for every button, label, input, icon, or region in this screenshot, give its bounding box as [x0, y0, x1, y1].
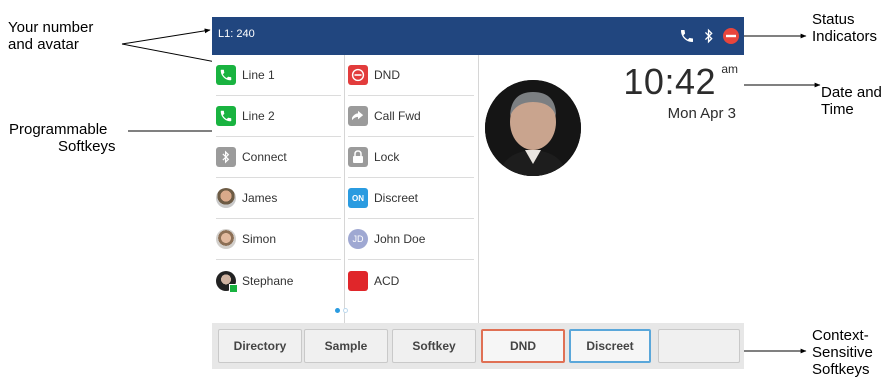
softkey-connect[interactable]: Connect: [216, 137, 341, 178]
softkey-column-right: DND Call Fwd Lock ON Discreet JD John Do…: [346, 55, 479, 323]
softkey-label: John Doe: [374, 232, 426, 246]
annotation-your-number: Your number and avatar: [8, 19, 93, 53]
softkey-contact-john-doe[interactable]: JD John Doe: [348, 219, 474, 260]
contact-avatar-icon: [216, 270, 238, 293]
softkey-line-1[interactable]: Line 1: [216, 55, 341, 96]
annotation-text: Sensitive: [812, 344, 873, 361]
context-softkey-bar: Directory Sample Softkey DND Discreet: [212, 323, 744, 369]
phone-icon: [216, 106, 236, 126]
softkey-contact-simon[interactable]: Simon: [216, 219, 341, 260]
softkey-line-2[interactable]: Line 2: [216, 96, 341, 137]
softkey-discreet[interactable]: ON Discreet: [348, 178, 474, 219]
softkey-lock[interactable]: Lock: [348, 137, 474, 178]
panel-divider: [478, 55, 479, 323]
phone-icon: [216, 65, 236, 85]
context-softkey-sample[interactable]: Sample: [304, 329, 388, 363]
softkey-label: Stephane: [242, 273, 294, 288]
softkey-label: James: [242, 191, 278, 205]
softkey-label: Simon: [242, 232, 277, 246]
annotation-text: Date and: [821, 84, 882, 101]
softkey-acd[interactable]: ACD: [348, 260, 474, 301]
page-dot: [343, 308, 348, 313]
context-softkey-empty[interactable]: [658, 329, 740, 363]
annotation-programmable: Programmable Softkeys: [9, 121, 116, 155]
softkey-label: ACD: [374, 273, 400, 288]
annotation-context: Context- Sensitive Softkeys: [812, 327, 873, 378]
context-softkey-discreet[interactable]: Discreet: [569, 329, 651, 363]
softkey-contact-stephane[interactable]: Stephane: [216, 260, 341, 301]
arrow-to-number: [121, 28, 211, 45]
call-forward-icon: [348, 106, 368, 126]
context-softkey-dnd[interactable]: DND: [481, 329, 565, 363]
line-number: L1: 240: [218, 28, 255, 40]
annotation-text: Programmable: [9, 121, 108, 138]
contact-avatar-icon: [216, 188, 236, 208]
dnd-icon: [348, 65, 368, 85]
softkey-label: Line 1: [242, 68, 275, 82]
context-softkey-directory[interactable]: Directory: [218, 329, 302, 363]
status-indicators: [678, 25, 740, 47]
annotation-text: Indicators: [812, 28, 878, 45]
clock-ampm: am: [721, 62, 738, 76]
phone-icon: [678, 27, 696, 45]
page-indicator[interactable]: [335, 308, 348, 313]
softkey-column-left: Line 1 Line 2 Connect James Simon Stepha…: [212, 55, 345, 323]
discreet-on-icon: ON: [348, 188, 368, 208]
softkey-contact-james[interactable]: James: [216, 178, 341, 219]
softkey-label: Line 2: [242, 109, 275, 123]
clock-date: Mon Apr 3: [667, 105, 736, 122]
annotation-text: Context-: [812, 327, 869, 344]
softkey-label: Connect: [242, 150, 287, 164]
context-softkey-softkey[interactable]: Softkey: [392, 329, 476, 363]
clock-time: 10:42: [623, 61, 716, 102]
annotation-text: Time: [821, 101, 854, 118]
bluetooth-icon: [216, 147, 236, 167]
softkey-label: Lock: [374, 150, 400, 164]
annotation-datetime: Date and Time: [821, 84, 882, 118]
dnd-status-icon: [722, 27, 740, 45]
annotation-text: Status: [812, 11, 855, 28]
annotation-text: Softkeys: [58, 138, 116, 155]
phone-screen: L1: 240 Line 1 Line 2 Connect James Simo…: [212, 17, 744, 369]
status-bar: L1: 240: [212, 17, 744, 55]
bluetooth-icon: [700, 27, 718, 45]
softkey-label: DND: [374, 68, 400, 82]
softkey-dnd[interactable]: DND: [348, 55, 474, 96]
softkey-label: Call Fwd: [374, 109, 421, 123]
softkey-label: Discreet: [374, 191, 419, 205]
user-avatar: [485, 80, 581, 176]
annotation-text: Softkeys: [812, 361, 870, 378]
lock-icon: [348, 147, 368, 167]
programmable-softkeys: Line 1 Line 2 Connect James Simon Stepha…: [212, 55, 478, 323]
page-dot-active: [335, 308, 340, 313]
annotation-text: and avatar: [8, 36, 79, 53]
presence-indicator: [229, 283, 238, 293]
acd-icon: [348, 270, 368, 291]
annotation-text: Your number: [8, 19, 94, 36]
initials-avatar-icon: JD: [348, 229, 368, 249]
softkey-call-forward[interactable]: Call Fwd: [348, 96, 474, 137]
annotation-status: Status Indicators: [812, 11, 877, 45]
contact-avatar-icon: [216, 229, 236, 249]
